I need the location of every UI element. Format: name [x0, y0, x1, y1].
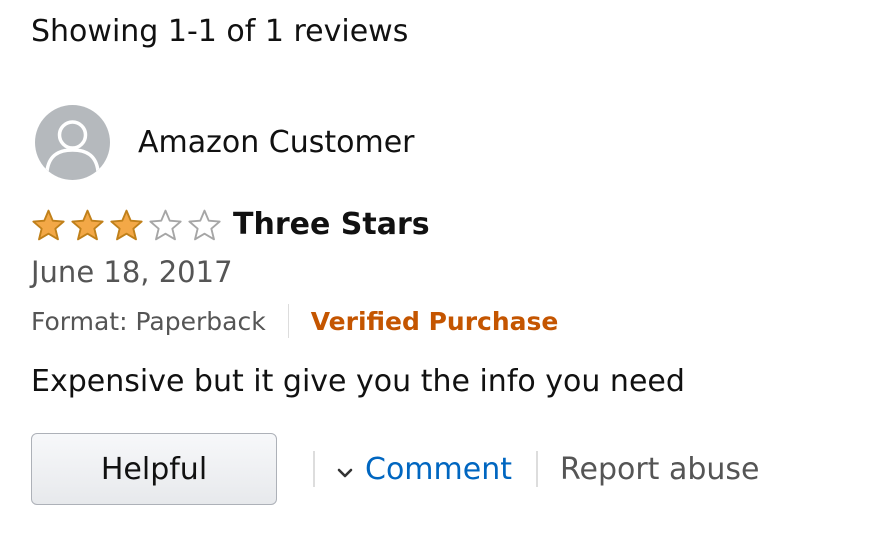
star-filled-icon: [110, 209, 143, 240]
helpful-button[interactable]: Helpful: [31, 433, 277, 505]
comment-label[interactable]: Comment: [365, 452, 512, 487]
report-abuse-link[interactable]: Report abuse: [560, 452, 760, 487]
review-meta: Format: Paperback Verified Purchase: [31, 303, 558, 339]
review-body: Expensive but it give you the info you n…: [31, 364, 685, 399]
format-label: Format: Paperback: [31, 306, 266, 336]
reviews-summary: Showing 1-1 of 1 reviews: [31, 14, 409, 49]
review-actions: Helpful Comment Report abuse: [31, 432, 760, 506]
action-divider: [313, 451, 315, 487]
reviewer-name[interactable]: Amazon Customer: [138, 125, 415, 161]
review-date: June 18, 2017: [31, 255, 233, 289]
action-divider: [535, 451, 538, 487]
star-empty-icon: [188, 209, 221, 240]
comment-link[interactable]: Comment: [337, 451, 512, 488]
review-title[interactable]: Three Stars: [233, 207, 430, 243]
verified-purchase-badge[interactable]: Verified Purchase: [311, 307, 559, 336]
star-filled-icon: [32, 209, 65, 240]
star-empty-icon: [149, 209, 182, 240]
star-rating[interactable]: [31, 208, 226, 243]
chevron-down-icon: [337, 453, 353, 488]
default-user-avatar-icon: [35, 105, 110, 180]
meta-divider: [287, 304, 289, 338]
star-filled-icon: [71, 209, 104, 240]
reviewer-profile[interactable]: Amazon Customer: [35, 105, 415, 180]
rating-row: Three Stars: [31, 204, 430, 246]
